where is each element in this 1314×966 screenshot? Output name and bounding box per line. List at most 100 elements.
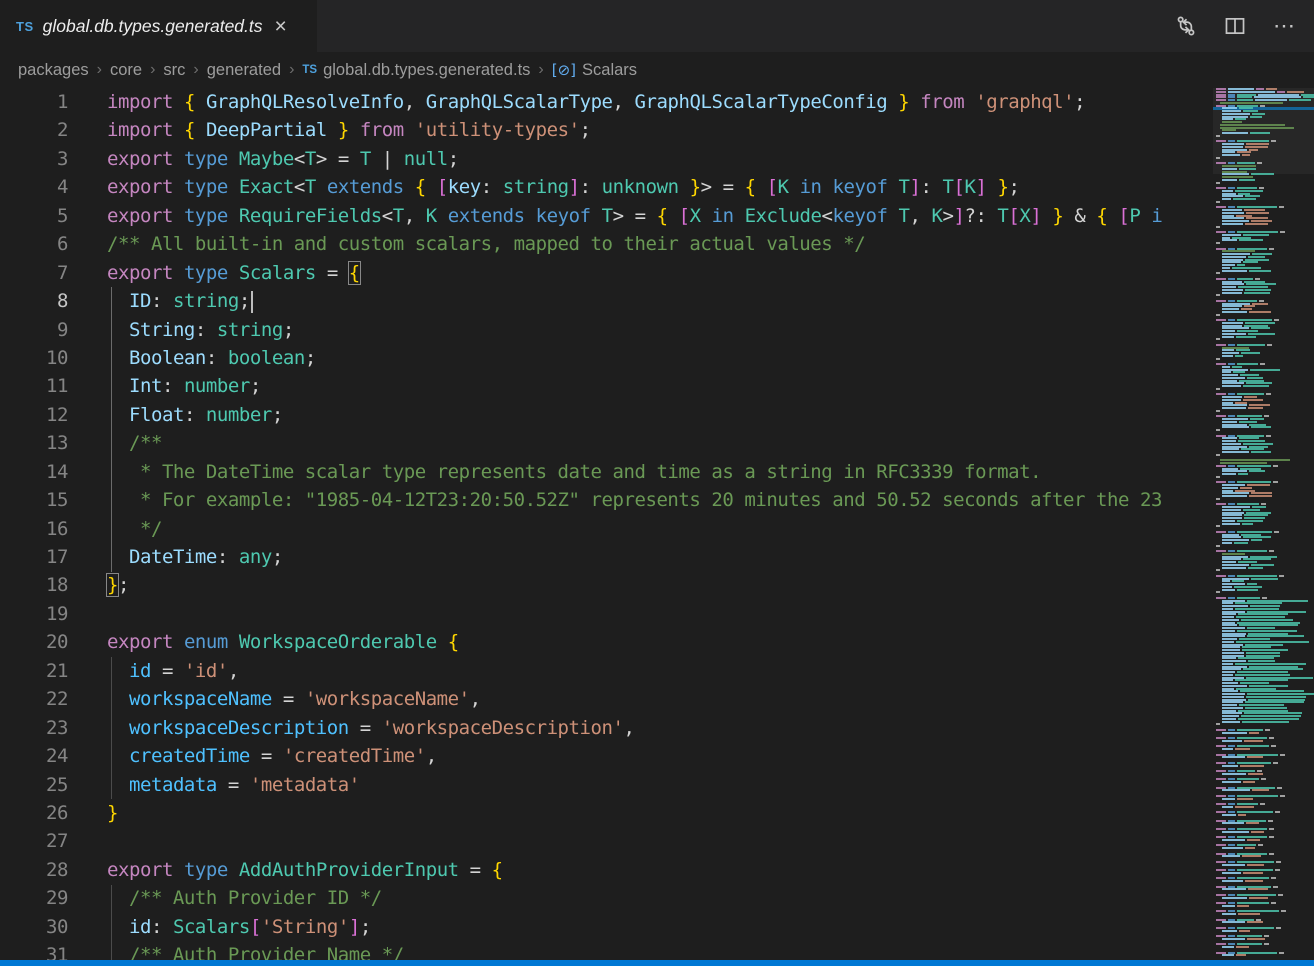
code-text: Int: number; <box>107 372 261 400</box>
line-number[interactable]: 26 <box>0 799 68 827</box>
code-text: export type RequireFields<T, K extends k… <box>107 202 1162 230</box>
line-number[interactable]: 17 <box>0 543 68 571</box>
code-line[interactable]: 26} <box>0 799 1213 827</box>
compare-changes-icon[interactable] <box>1175 15 1197 37</box>
code-text: * For example: "1985-04-12T23:20:50.52Z"… <box>107 486 1162 514</box>
code-line[interactable]: 20 export enum WorkspaceOrderable { <box>0 628 1213 656</box>
breadcrumb-item-core[interactable]: core <box>110 61 142 80</box>
code-text: String: string; <box>107 316 294 344</box>
chevron-right-icon: › <box>150 61 155 79</box>
line-number[interactable]: 6 <box>0 230 68 258</box>
code-line[interactable]: 8 ID: string; <box>0 287 1213 315</box>
code-line[interactable]: 9 String: string; <box>0 316 1213 344</box>
code-line[interactable]: 5 export type RequireFields<T, K extends … <box>0 202 1213 230</box>
line-number[interactable]: 29 <box>0 884 68 912</box>
indent-guide <box>111 885 112 960</box>
code-text: export type Maybe<T> = T | null; <box>107 145 459 173</box>
code-line[interactable]: 27 <box>0 827 1213 855</box>
code-line[interactable]: 24 createdTime = 'createdTime', <box>0 742 1213 770</box>
line-number[interactable]: 23 <box>0 714 68 742</box>
code-text: /** <box>107 429 162 457</box>
code-editor[interactable]: 1 import { GraphQLResolveInfo, GraphQLSca… <box>0 88 1213 960</box>
code-line[interactable]: 17 DateTime: any; <box>0 543 1213 571</box>
line-number[interactable]: 27 <box>0 827 68 855</box>
breadcrumb-item-generated[interactable]: generated <box>207 61 281 80</box>
line-number[interactable]: 28 <box>0 856 68 884</box>
code-line[interactable]: 25 metadata = 'metadata' <box>0 771 1213 799</box>
line-number[interactable]: 12 <box>0 401 68 429</box>
code-text: */ <box>107 515 162 543</box>
code-text: * The DateTime scalar type represents da… <box>107 458 1041 486</box>
line-number[interactable]: 30 <box>0 913 68 941</box>
split-editor-icon[interactable] <box>1224 15 1246 37</box>
code-text: export enum WorkspaceOrderable { <box>107 628 459 656</box>
line-number[interactable]: 4 <box>0 173 68 201</box>
code-line[interactable]: 22 workspaceName = 'workspaceName', <box>0 685 1213 713</box>
code-line[interactable]: 2 import { DeepPartial } from 'utility-ty… <box>0 116 1213 144</box>
code-text: createdTime = 'createdTime', <box>107 742 437 770</box>
line-number[interactable]: 2 <box>0 116 68 144</box>
status-bar <box>0 960 1314 966</box>
breadcrumb-item-scalars[interactable]: Scalars <box>582 61 637 80</box>
line-number[interactable]: 10 <box>0 344 68 372</box>
chevron-right-icon: › <box>538 61 543 79</box>
code-text: import { DeepPartial } from 'utility-typ… <box>107 116 591 144</box>
code-line[interactable]: 31 /** Auth Provider Name */ <box>0 941 1213 960</box>
line-number[interactable]: 9 <box>0 316 68 344</box>
line-number[interactable]: 3 <box>0 145 68 173</box>
code-line[interactable]: 12 Float: number; <box>0 401 1213 429</box>
code-text: export type Exact<T extends { [key: stri… <box>107 173 1019 201</box>
line-number[interactable]: 20 <box>0 628 68 656</box>
line-number[interactable]: 24 <box>0 742 68 770</box>
line-number[interactable]: 18 <box>0 571 68 599</box>
code-line[interactable]: 10 Boolean: boolean; <box>0 344 1213 372</box>
line-number[interactable]: 1 <box>0 88 68 116</box>
line-number[interactable]: 22 <box>0 685 68 713</box>
close-tab-icon[interactable]: × <box>275 16 287 37</box>
code-line[interactable]: 16 */ <box>0 515 1213 543</box>
code-text: Boolean: boolean; <box>107 344 316 372</box>
minimap[interactable] <box>1213 88 1314 960</box>
line-number[interactable]: 13 <box>0 429 68 457</box>
code-line[interactable]: 28export type AddAuthProviderInput = { <box>0 856 1213 884</box>
breadcrumb-item-filename[interactable]: global.db.types.generated.ts <box>323 61 530 80</box>
text-cursor <box>251 291 253 313</box>
code-line[interactable]: 7export type Scalars = { <box>0 259 1213 287</box>
code-text: }; <box>107 571 129 599</box>
code-text: id = 'id', <box>107 657 239 685</box>
tab-global-db-types[interactable]: TS global.db.types.generated.ts × <box>0 0 317 52</box>
code-text: Float: number; <box>107 401 283 429</box>
tab-bar: TS global.db.types.generated.ts × ⋯ <box>0 0 1314 52</box>
code-text: } <box>107 799 118 827</box>
line-number[interactable]: 7 <box>0 259 68 287</box>
indent-guide <box>111 287 112 572</box>
breadcrumb-item-packages[interactable]: packages <box>18 61 89 80</box>
code-line[interactable]: 29 /** Auth Provider ID */ <box>0 884 1213 912</box>
code-line[interactable]: 19 <box>0 600 1213 628</box>
code-line[interactable]: 4 export type Exact<T extends { [key: str… <box>0 173 1213 201</box>
code-line[interactable]: 3 export type Maybe<T> = T | null; <box>0 145 1213 173</box>
code-line[interactable]: 6/** All built-in and custom scalars, ma… <box>0 230 1213 258</box>
code-line[interactable]: 21 id = 'id', <box>0 657 1213 685</box>
code-line[interactable]: 14 * The DateTime scalar type represents… <box>0 458 1213 486</box>
code-line[interactable]: 18}; <box>0 571 1213 599</box>
code-text: import { GraphQLResolveInfo, GraphQLScal… <box>107 88 1085 116</box>
breadcrumb-item-src[interactable]: src <box>163 61 185 80</box>
line-number[interactable]: 25 <box>0 771 68 799</box>
code-line[interactable]: 30 id: Scalars['String']; <box>0 913 1213 941</box>
line-number[interactable]: 15 <box>0 486 68 514</box>
code-line[interactable]: 1 import { GraphQLResolveInfo, GraphQLSca… <box>0 88 1213 116</box>
line-number[interactable]: 14 <box>0 458 68 486</box>
breadcrumb: packages › core › src › generated › TS g… <box>0 52 1314 88</box>
line-number[interactable]: 19 <box>0 600 68 628</box>
line-number[interactable]: 31 <box>0 941 68 960</box>
code-line[interactable]: 13 /** <box>0 429 1213 457</box>
code-line[interactable]: 15 * For example: "1985-04-12T23:20:50.5… <box>0 486 1213 514</box>
line-number[interactable]: 5 <box>0 202 68 230</box>
line-number[interactable]: 16 <box>0 515 68 543</box>
line-number[interactable]: 11 <box>0 372 68 400</box>
code-line[interactable]: 23 workspaceDescription = 'workspaceDesc… <box>0 714 1213 742</box>
line-number[interactable]: 8 <box>0 287 68 315</box>
line-number[interactable]: 21 <box>0 657 68 685</box>
code-line[interactable]: 11 Int: number; <box>0 372 1213 400</box>
